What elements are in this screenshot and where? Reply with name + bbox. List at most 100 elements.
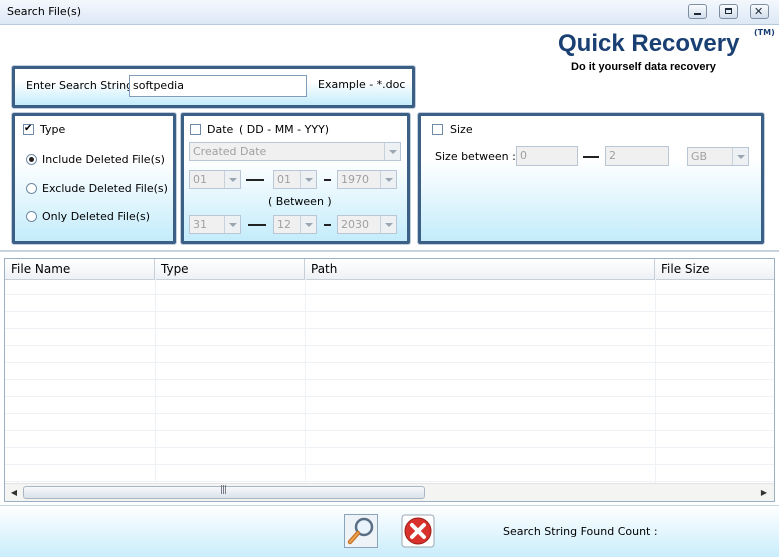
maximize-icon	[725, 8, 732, 14]
chevron-down-icon	[300, 216, 316, 233]
exclude-deleted-radio[interactable]	[26, 183, 37, 194]
date-format-hint: ( DD - MM - YYY)	[239, 123, 330, 136]
to-month-select[interactable]: 12	[273, 215, 317, 234]
minimize-button[interactable]	[688, 4, 707, 19]
only-deleted-label: Only Deleted File(s)	[42, 210, 151, 223]
table-row	[5, 415, 774, 431]
close-icon	[401, 514, 435, 548]
window-title: Search File(s)	[7, 5, 82, 18]
column-divider	[155, 279, 156, 483]
logo-trademark: (TM)	[754, 28, 775, 37]
title-bar: Search File(s) ✕	[0, 0, 779, 25]
logo: Quick Recovery (TM) Do it yourself data …	[548, 28, 775, 78]
from-year-select[interactable]: 1970	[337, 170, 397, 189]
to-year-select[interactable]: 2030	[337, 215, 397, 234]
from-year-value: 1970	[341, 173, 369, 186]
type-filter-panel: ✔ Type Include Deleted File(s) Exclude D…	[12, 113, 176, 244]
checkmark-icon: ✔	[24, 123, 33, 134]
size-unit-select[interactable]: GB	[687, 147, 749, 166]
table-row	[5, 279, 774, 295]
date-separator	[324, 179, 331, 181]
from-month-value: 01	[277, 173, 291, 186]
logo-tagline: Do it yourself data recovery	[571, 61, 716, 73]
table-row	[5, 364, 774, 380]
chevron-down-icon	[384, 143, 400, 160]
found-count-label: Search String Found Count :	[503, 525, 658, 538]
size-between-label: Size between :	[435, 150, 516, 163]
bottom-bar: Search String Found Count :	[0, 505, 779, 557]
radio-selected-dot	[29, 157, 34, 162]
search-string-panel: Enter Search String softpedia Example - …	[12, 66, 415, 108]
size-separator	[583, 156, 599, 158]
table-row	[5, 347, 774, 363]
grip-icon: |||	[220, 485, 227, 495]
scroll-left-arrow-icon[interactable]: ◀	[7, 486, 21, 499]
date-separator	[324, 224, 331, 226]
table-row	[5, 296, 774, 312]
table-row	[5, 381, 774, 397]
horizontal-scrollbar[interactable]: ◀ ||| ▶	[5, 483, 774, 501]
search-string-label: Enter Search String	[26, 79, 134, 92]
table-row	[5, 449, 774, 465]
chevron-down-icon	[300, 171, 316, 188]
close-search-button[interactable]	[401, 514, 435, 548]
date-filter-panel: Date ( DD - MM - YYY) Created Date 01 01…	[181, 113, 410, 244]
logo-title: Quick Recovery	[558, 30, 740, 57]
column-header-file-size[interactable]: File Size	[655, 259, 774, 279]
exclude-deleted-label: Exclude Deleted File(s)	[42, 182, 168, 195]
include-deleted-radio[interactable]	[26, 154, 37, 165]
from-day-value: 01	[193, 173, 207, 186]
to-day-select[interactable]: 31	[189, 215, 241, 234]
size-min-input[interactable]: 0	[516, 146, 578, 166]
size-filter-panel: Size Size between : 0 2 GB	[418, 113, 764, 244]
chevron-down-icon	[380, 171, 396, 188]
close-window-button[interactable]: ✕	[750, 4, 769, 19]
table-row	[5, 466, 774, 482]
type-checkbox[interactable]: ✔	[23, 123, 34, 135]
from-month-select[interactable]: 01	[273, 170, 317, 189]
chevron-down-icon	[380, 216, 396, 233]
table-row	[5, 313, 774, 329]
type-label: Type	[40, 123, 66, 136]
size-max-input[interactable]: 2	[605, 146, 669, 166]
date-separator	[246, 179, 264, 181]
between-label: ( Between )	[268, 195, 332, 208]
search-button[interactable]	[344, 514, 378, 548]
date-label: Date	[207, 123, 234, 136]
section-divider	[0, 250, 779, 252]
table-row	[5, 330, 774, 346]
chevron-down-icon	[224, 171, 240, 188]
minimize-icon	[694, 13, 701, 15]
from-day-select[interactable]: 01	[189, 170, 241, 189]
only-deleted-radio[interactable]	[26, 211, 37, 222]
column-header-type[interactable]: Type	[155, 259, 305, 279]
include-deleted-label: Include Deleted File(s)	[42, 153, 165, 166]
results-table[interactable]: File Name Type Path File Size ◀ ||| ▶	[4, 258, 775, 502]
date-kind-value: Created Date	[193, 145, 267, 158]
search-input[interactable]: softpedia	[129, 75, 307, 97]
date-separator	[248, 224, 266, 226]
to-day-value: 31	[193, 218, 207, 231]
date-kind-select[interactable]: Created Date	[189, 142, 401, 161]
to-month-value: 12	[277, 218, 291, 231]
maximize-button[interactable]	[719, 4, 738, 19]
table-header: File Name Type Path File Size	[5, 259, 774, 280]
scrollbar-thumb[interactable]: |||	[23, 485, 425, 499]
size-checkbox[interactable]	[432, 124, 443, 135]
table-row	[5, 432, 774, 448]
size-unit-value: GB	[691, 150, 708, 163]
column-divider	[655, 279, 656, 483]
chevron-down-icon	[732, 148, 748, 165]
scroll-right-arrow-icon[interactable]: ▶	[757, 486, 771, 499]
column-divider	[305, 279, 306, 483]
date-checkbox[interactable]	[190, 124, 201, 135]
search-example-hint: Example - *.doc	[318, 78, 406, 91]
size-label: Size	[450, 123, 473, 136]
column-header-path[interactable]: Path	[305, 259, 655, 279]
magnifier-icon	[347, 517, 374, 545]
to-year-value: 2030	[341, 218, 369, 231]
close-icon: ✕	[754, 5, 764, 18]
column-header-file-name[interactable]: File Name	[5, 259, 155, 279]
table-row	[5, 398, 774, 414]
chevron-down-icon	[224, 216, 240, 233]
